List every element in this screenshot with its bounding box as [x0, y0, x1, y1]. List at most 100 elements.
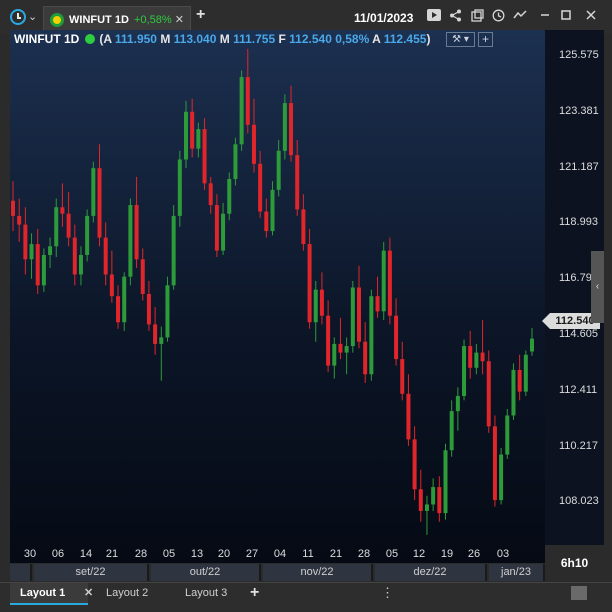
candle-body — [128, 205, 133, 277]
play-icon[interactable] — [426, 9, 442, 25]
candle — [307, 228, 312, 329]
candle-body — [369, 296, 374, 375]
layout-tab-2[interactable]: Layout 2 — [106, 583, 148, 605]
candle — [48, 237, 53, 268]
chevron-left-icon[interactable]: ‹ — [591, 251, 604, 323]
candle — [486, 350, 491, 433]
close-icon[interactable]: ✕ — [175, 13, 184, 26]
candle — [60, 183, 65, 227]
candle — [499, 448, 504, 505]
close-window-icon[interactable] — [583, 9, 599, 25]
time-tick: 05 — [162, 548, 176, 560]
add-layout-button[interactable]: + — [250, 584, 259, 602]
candle-body — [363, 341, 368, 375]
candle — [184, 100, 188, 169]
price-tick: 114.605 — [559, 328, 598, 340]
candle-body — [505, 415, 510, 455]
candle — [369, 289, 374, 381]
candle — [326, 300, 331, 373]
candle — [122, 272, 127, 331]
candle-body — [202, 129, 207, 184]
time-tick: 30 — [23, 548, 37, 560]
candle — [208, 176, 213, 214]
chevron-down-icon[interactable]: ⌄ — [28, 10, 37, 23]
tab-change: +0,58% — [134, 14, 172, 26]
window-icon[interactable] — [469, 9, 485, 25]
month-cell[interactable]: set/22 — [34, 564, 149, 581]
candle — [375, 276, 380, 318]
layout-menu-button[interactable] — [571, 586, 587, 600]
candle — [264, 198, 269, 238]
candle — [97, 144, 102, 247]
month-cell[interactable]: dez/22 — [375, 564, 487, 581]
time-tick: 28 — [134, 548, 148, 560]
candle — [66, 192, 71, 247]
candle-body — [214, 205, 219, 251]
time-tick: 11 — [302, 548, 314, 560]
date-label: 11/01/2023 — [354, 11, 414, 25]
candle-body — [468, 346, 473, 368]
candle — [91, 161, 96, 223]
candle-body — [239, 77, 244, 145]
candle-body — [116, 296, 121, 323]
chart-legend: WINFUT 1D (A 111.950 M 113.040 M 111.755 … — [14, 32, 431, 46]
candle — [289, 85, 294, 162]
candle — [468, 330, 473, 379]
minimize-icon[interactable] — [537, 9, 553, 25]
tab-winfut[interactable]: WINFUT 1D +0,58% ✕ — [43, 6, 191, 32]
open-value: 111.950 — [114, 32, 157, 46]
close-icon[interactable]: ✕ — [84, 583, 93, 603]
time-tick: 26 — [467, 548, 481, 560]
layout-tab-1[interactable]: Layout 1 ✕ — [10, 583, 93, 605]
legend-symbol: WINFUT 1D — [14, 32, 80, 46]
candle-body — [492, 426, 497, 501]
candle — [523, 350, 528, 396]
maximize-icon[interactable] — [558, 9, 574, 25]
interval-label[interactable]: 6h10 — [545, 545, 604, 581]
layout-tab-3[interactable]: Layout 3 — [185, 583, 227, 605]
price-tick: 112.411 — [559, 383, 598, 396]
candle — [319, 272, 324, 325]
share-icon[interactable] — [447, 9, 463, 25]
candle-body — [66, 213, 71, 238]
candle-body — [394, 315, 399, 360]
candlestick-chart[interactable] — [10, 30, 545, 563]
history-icon[interactable] — [490, 9, 506, 25]
high-value: 113.040 — [173, 32, 217, 46]
low-value: 111.755 — [233, 32, 276, 46]
month-cell[interactable]: nov/22 — [263, 564, 373, 581]
candle — [357, 265, 361, 349]
candle-body — [387, 250, 392, 316]
month-cell-empty[interactable] — [10, 564, 32, 581]
candle — [23, 207, 28, 275]
candle-body — [480, 352, 485, 362]
candle-body — [221, 213, 226, 251]
layouts-bar: Layout 1 ✕ Layout 2 Layout 3 + ⋮ — [0, 582, 612, 612]
chart-area[interactable] — [10, 30, 545, 563]
candle-body — [177, 159, 182, 216]
candle-body — [357, 287, 361, 342]
plus-icon[interactable]: + — [478, 32, 493, 47]
tools-icon[interactable]: ⚒ ▾ — [446, 32, 475, 47]
trend-icon[interactable] — [512, 9, 528, 25]
candle-body — [85, 215, 90, 255]
time-tick: 04 — [273, 548, 287, 560]
add-tab-button[interactable]: + — [196, 7, 205, 23]
time-tick: 06 — [51, 548, 65, 560]
candle — [35, 228, 40, 294]
candle-body — [17, 215, 22, 225]
brazil-flag-icon — [50, 13, 64, 27]
month-cell[interactable]: jan/23 — [489, 564, 545, 581]
month-bar[interactable]: set/22 out/22 nov/22 dez/22 jan/23 — [10, 564, 545, 581]
candle-body — [418, 489, 423, 511]
open-label: A — [103, 32, 112, 46]
month-cell[interactable]: out/22 — [151, 564, 261, 581]
candle — [221, 202, 226, 255]
layouts-scrollbar[interactable] — [390, 588, 560, 598]
candle — [449, 400, 454, 457]
clock-icon[interactable] — [10, 9, 26, 25]
candle — [424, 495, 429, 535]
high-label: M — [160, 32, 171, 46]
time-tick: 27 — [245, 548, 259, 560]
candle-body — [264, 211, 269, 232]
